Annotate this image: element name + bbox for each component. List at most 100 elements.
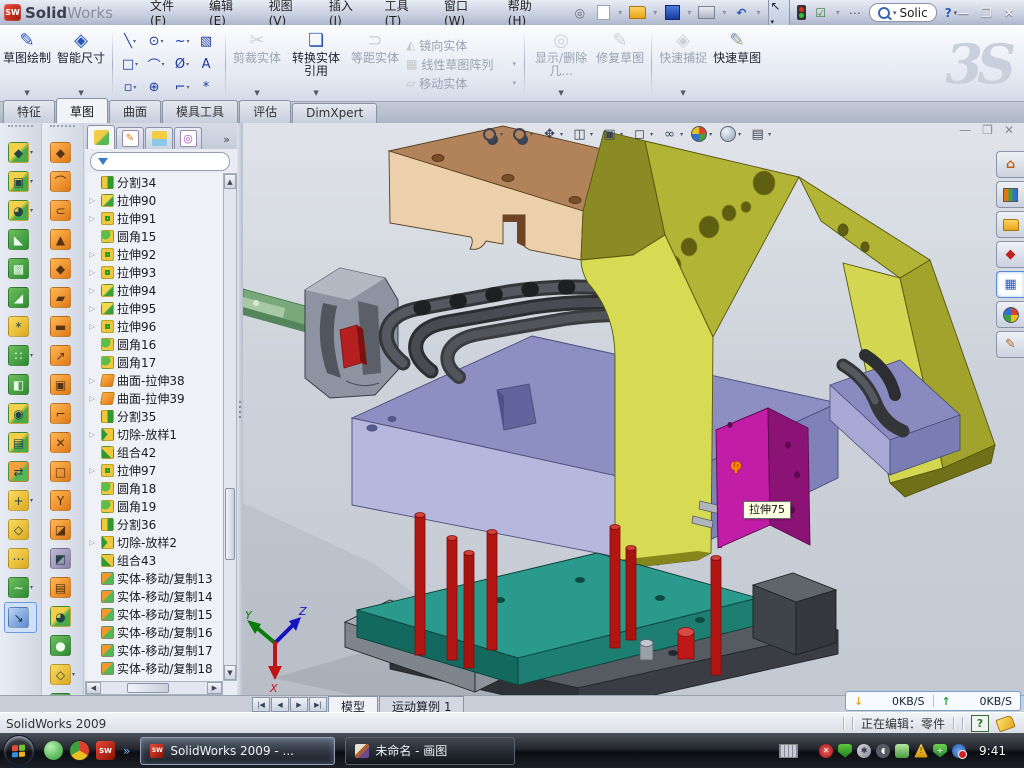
sketch-entity-button[interactable]: ▫▾	[117, 76, 143, 99]
tool-dropdown-icon[interactable]: ▾	[30, 207, 33, 214]
tree-item[interactable]: ▷ 曲面-拉伸39	[87, 389, 223, 407]
tree-item[interactable]: ▷ 圆角16	[87, 335, 223, 353]
open-dropdown-icon[interactable]: ▾	[653, 8, 657, 17]
convert-dropdown-icon[interactable]: ▼	[313, 87, 318, 100]
hud-icon[interactable]	[571, 126, 588, 143]
tree-item[interactable]: ▷ 拉伸96	[87, 317, 223, 335]
tool-dropdown-icon[interactable]: ▾	[30, 149, 33, 156]
doc-tab[interactable]: 运动算例 1	[379, 696, 464, 713]
surface-tool-button[interactable]: ⌒▾	[42, 167, 83, 196]
help-button[interactable]: ?	[945, 6, 952, 20]
hud-dropdown-icon[interactable]: ▾	[590, 131, 593, 138]
undo-dropdown-icon[interactable]: ▾	[757, 8, 761, 17]
expander-icon[interactable]: ▷	[89, 250, 98, 259]
tray-warning-icon[interactable]: !	[914, 744, 928, 758]
surface-tool-button[interactable]: ●▾	[42, 631, 83, 660]
rebuild-traffic-light-icon[interactable]	[797, 5, 806, 20]
expander-icon[interactable]: ▷	[89, 376, 98, 385]
surface-tool-button[interactable]: ⊂▾	[42, 196, 83, 225]
part-right-rail[interactable]	[753, 573, 836, 655]
tool-dropdown-icon[interactable]: ▾	[72, 671, 75, 678]
tool-dropdown-icon[interactable]: ▾	[30, 178, 33, 185]
ribbon-tab[interactable]: 草图	[56, 98, 108, 123]
network-speed-widget[interactable]: ↓0KB/S ↑0KB/S	[845, 691, 1021, 711]
scrollbar-thumb[interactable]	[127, 683, 169, 693]
quick-snaps-button[interactable]: ◈ 快速捕捉 ▼	[656, 27, 710, 101]
quick-launch-solidworks-icon[interactable]: SW	[96, 741, 115, 760]
tree-item[interactable]: ▷ 实体-移动/复制14	[87, 587, 223, 605]
feature-tool-button[interactable]: ◢▾	[0, 283, 41, 312]
repair-sketch-button[interactable]: ✎ 修复草图	[593, 27, 647, 101]
tree-item[interactable]: ▷ 组合42	[87, 443, 223, 461]
doc-minimize-button[interactable]: —	[959, 123, 971, 137]
tree-vertical-scrollbar[interactable]: ▲ ▼	[223, 173, 237, 681]
tab-solidworks-resources[interactable]: ⌂	[996, 151, 1024, 178]
hud-icon[interactable]	[541, 126, 558, 143]
hud-dropdown-icon[interactable]: ▾	[650, 131, 653, 138]
hud-dropdown-icon[interactable]: ▾	[560, 131, 563, 138]
hud-icon[interactable]	[691, 126, 707, 142]
hud-icon[interactable]	[749, 126, 766, 143]
search-input[interactable]: Solic	[899, 6, 927, 20]
ribbon-tab[interactable]: 模具工具	[162, 100, 238, 123]
tab-design-library[interactable]	[996, 181, 1024, 208]
sketch-entity-button[interactable]: ⌐▾	[169, 76, 195, 99]
feature-tool-button[interactable]: ◆▾	[0, 138, 41, 167]
sketch-entity-button[interactable]: □▾	[117, 53, 143, 76]
tree-item[interactable]: ▷ 实体-移动/复制18	[87, 659, 223, 677]
surface-tool-button[interactable]: ◇▾	[42, 660, 83, 689]
tree-item[interactable]: ▷ 实体-移动/复制17	[87, 641, 223, 659]
tree-item[interactable]: ▷ 拉伸97	[87, 461, 223, 479]
expander-icon[interactable]: ▷	[89, 196, 98, 205]
feature-tool-button[interactable]: *▾	[0, 312, 41, 341]
feature-tool-button[interactable]: ◧▾	[0, 370, 41, 399]
scroll-right-icon[interactable]: ▶	[207, 682, 222, 694]
taskbar-window-paint[interactable]: 未命名 - 画图	[345, 737, 515, 765]
toolbar-overflow[interactable]: ⋯	[847, 5, 863, 21]
feature-tool-button[interactable]: ∼▾	[0, 573, 41, 602]
pattern-dropdown-icon[interactable]: ▾	[513, 60, 517, 68]
expander-icon[interactable]: ▷	[89, 214, 98, 223]
next-tab-icon[interactable]: ▶	[290, 697, 308, 712]
tab-appearances[interactable]	[996, 301, 1024, 328]
tab-configurationmanager[interactable]	[145, 127, 173, 149]
sketch-entity-button[interactable]: ⌒▾	[143, 53, 169, 76]
select-cursor-button[interactable]: ↖ ▾	[768, 0, 791, 28]
open-file-icon[interactable]	[629, 5, 646, 21]
hud-dropdown-icon[interactable]: ▾	[620, 131, 623, 138]
tree-item[interactable]: ▷ 拉伸91	[87, 209, 223, 227]
ribbon-tab[interactable]: 曲面	[109, 100, 161, 123]
tab-dimxpertmanager[interactable]: ◎	[174, 127, 202, 149]
doc-close-button[interactable]: ✕	[1004, 123, 1014, 137]
scroll-up-icon[interactable]: ▲	[224, 174, 236, 189]
convert-entities-button[interactable]: ❏ 转换实体引用 ▼	[284, 27, 348, 101]
display-delete-relations-button[interactable]: ◎ 显示/删除几... ▼	[529, 27, 593, 101]
entity-dropdown-icon[interactable]: ▾	[162, 61, 165, 68]
tree-item[interactable]: ▷ 分割34	[87, 173, 223, 191]
surface-tool-button[interactable]: ⌐▾	[42, 399, 83, 428]
input-method-keyboard-icon[interactable]	[779, 744, 798, 758]
feature-tool-button[interactable]: ⇄▾	[0, 457, 41, 486]
hud-dropdown-icon[interactable]: ▾	[738, 131, 741, 138]
feature-tool-button[interactable]: ◕▾	[0, 196, 41, 225]
tree-item[interactable]: ▷ 圆角19	[87, 497, 223, 515]
part-red-insert[interactable]	[340, 325, 367, 368]
pattern-tool-button[interactable]: ▦ 线性草图阵列 ▾	[402, 56, 520, 73]
entity-dropdown-icon[interactable]: ▾	[186, 61, 189, 68]
model-canvas[interactable]: Y Z X	[243, 123, 1024, 695]
entity-dropdown-icon[interactable]: ▾	[186, 84, 189, 91]
scroll-left-icon[interactable]: ◀	[86, 682, 101, 694]
entity-dropdown-icon[interactable]: ▾	[133, 84, 136, 91]
tree-item[interactable]: ▷ 分割35	[87, 407, 223, 425]
sketch-button[interactable]: ✎ 草图绘制 ▼	[0, 27, 54, 101]
smart-dimension-button[interactable]: ◈ 智能尺寸 ▼	[54, 27, 108, 101]
trim-dropdown-icon[interactable]: ▼	[254, 87, 259, 100]
expander-icon[interactable]: ▷	[89, 322, 98, 331]
hud-dropdown-icon[interactable]: ▾	[530, 131, 533, 138]
pattern-tool-button[interactable]: ◭ 镜向实体 ▾	[402, 37, 520, 54]
entity-dropdown-icon[interactable]: ▾	[133, 38, 136, 45]
panel-overflow-chevron[interactable]: »	[223, 133, 235, 149]
expander-icon[interactable]: ▷	[89, 394, 98, 403]
ribbon-tab[interactable]: 评估	[239, 100, 291, 123]
close-button[interactable]: ✕	[1004, 6, 1014, 20]
